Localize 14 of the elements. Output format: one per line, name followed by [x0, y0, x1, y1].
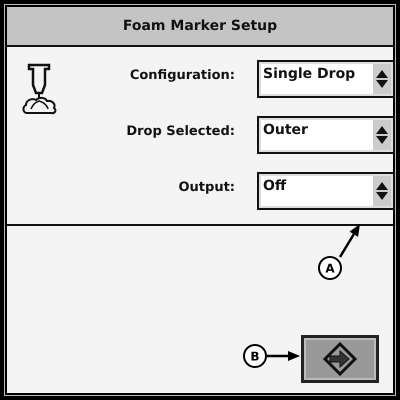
callout-arrow [338, 224, 360, 258]
window-title: Foam Marker Setup [7, 7, 393, 47]
dropdown-field[interactable]: Outer [257, 116, 395, 154]
callout-arrow [267, 351, 300, 361]
up-down-arrows-icon [376, 69, 388, 89]
up-down-arrows-icon [376, 181, 388, 201]
dropdown-field[interactable]: Single Drop [257, 60, 395, 98]
field-label: Output: [178, 179, 235, 195]
enter-button[interactable] [301, 335, 379, 383]
dropdown-field[interactable]: Off [257, 172, 395, 210]
up-down-arrows-icon [376, 125, 388, 145]
field-label: Drop Selected: [125, 123, 235, 139]
field-label: Configuration: [128, 67, 235, 83]
diamond-arrow-icon [323, 342, 357, 376]
